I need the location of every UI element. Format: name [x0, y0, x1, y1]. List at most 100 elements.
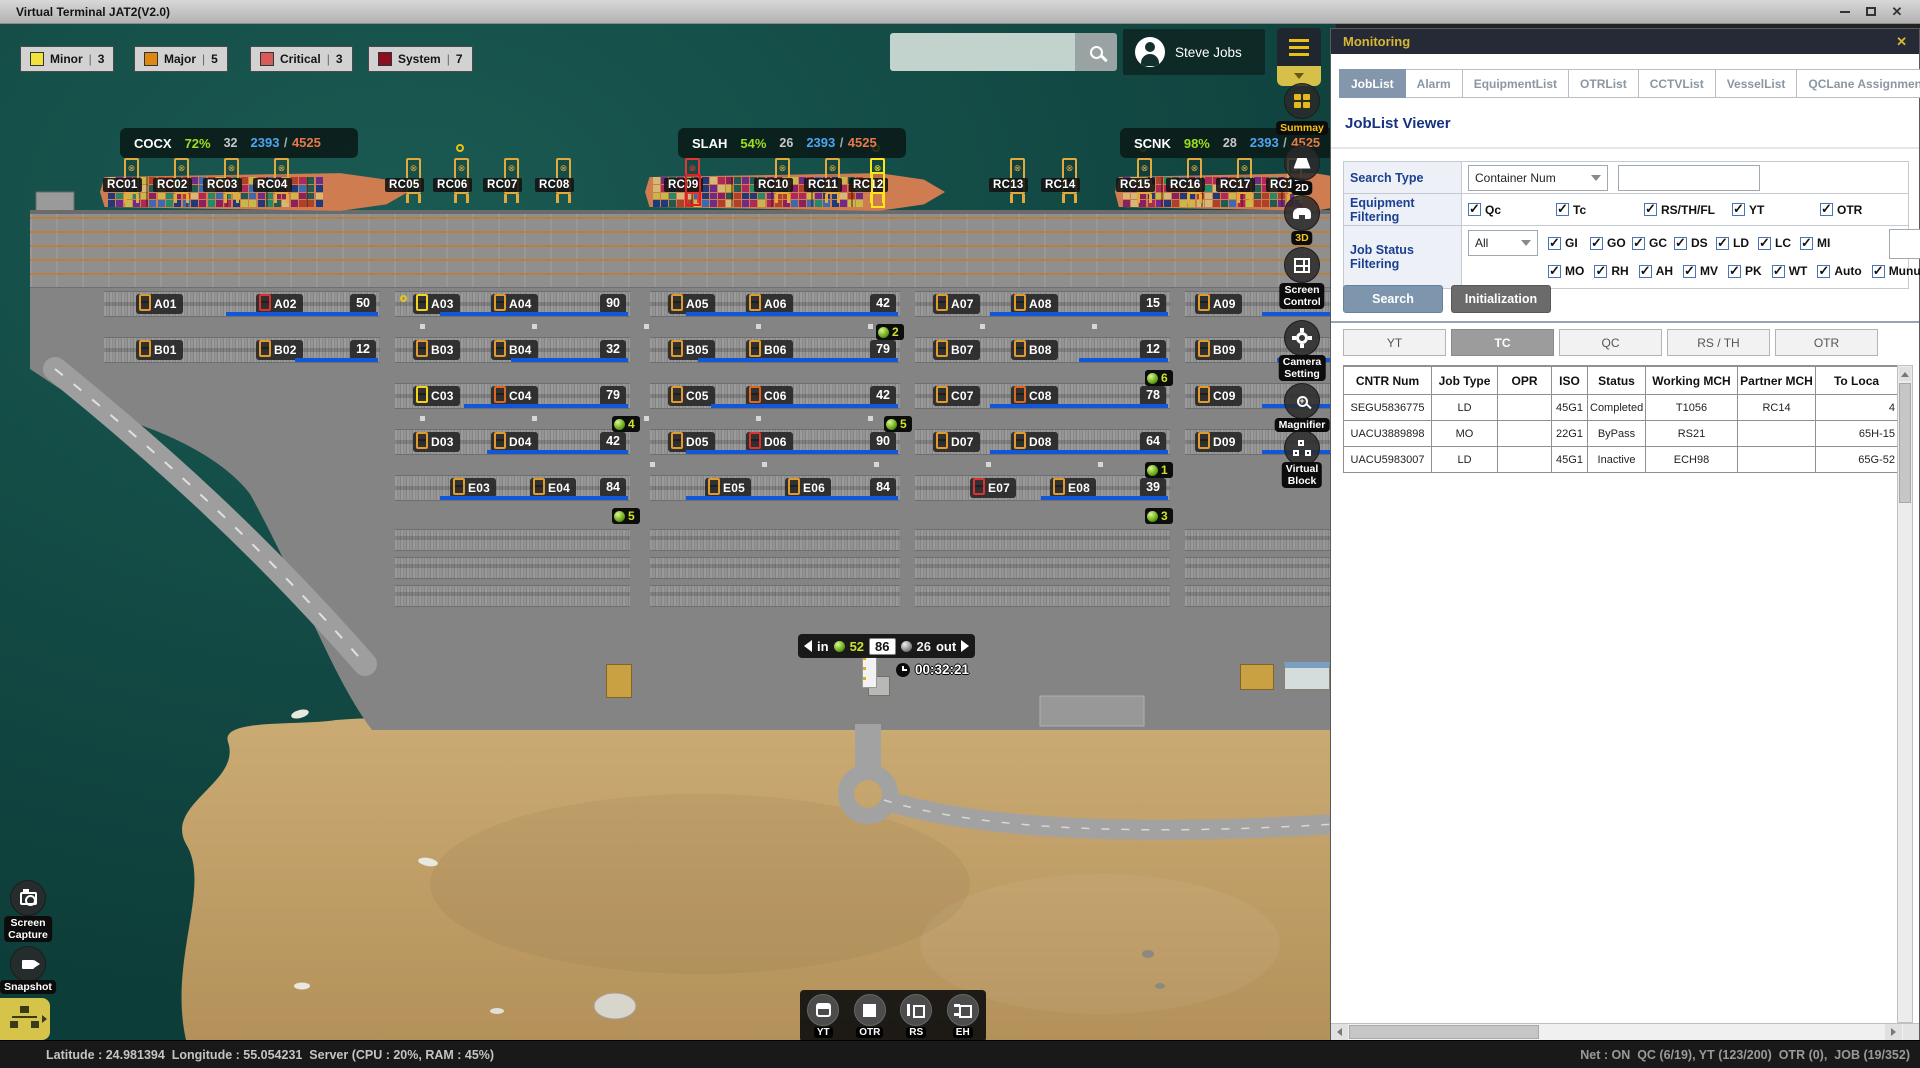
- yard-block-B02[interactable]: B02: [256, 340, 303, 360]
- yard-block-B07[interactable]: B07: [933, 340, 980, 360]
- toggle-yt[interactable]: YT: [807, 994, 839, 1038]
- alarm-badge-critical[interactable]: Critical|3: [250, 46, 353, 72]
- toggle-rs[interactable]: RS: [900, 994, 932, 1038]
- yard-block-B08[interactable]: B08: [1011, 340, 1058, 360]
- checkbox-yt[interactable]: YT: [1732, 203, 1810, 217]
- yard-block-E05[interactable]: E05: [705, 478, 751, 498]
- yard-block-B09[interactable]: B09: [1195, 340, 1242, 360]
- screen-capture-button[interactable]: [10, 880, 46, 916]
- close-window-button[interactable]: ✕: [1884, 3, 1910, 21]
- yard-block-C03[interactable]: C03: [413, 386, 460, 406]
- quay-crane-RC08[interactable]: ⊗⊗RC08: [556, 144, 572, 206]
- yard-block-A05[interactable]: A05: [668, 294, 715, 314]
- yard-block-B04[interactable]: B04: [491, 340, 538, 360]
- yard-block-A02[interactable]: A02: [256, 294, 303, 314]
- quay-crane-RC07[interactable]: ⊗⊗RC07: [504, 144, 520, 206]
- yard-block-E07[interactable]: E07: [970, 478, 1016, 498]
- subtab-otr[interactable]: OTR: [1775, 329, 1878, 356]
- subtab-rs/th[interactable]: RS / TH: [1667, 329, 1770, 356]
- tab-qclane-assignment[interactable]: QCLane Assignment: [1797, 69, 1920, 98]
- initialization-button[interactable]: Initialization: [1451, 285, 1551, 313]
- scroll-left-icon[interactable]: [1331, 1024, 1348, 1040]
- scrollbar-thumb[interactable]: [1899, 383, 1911, 503]
- minimize-button[interactable]: [1832, 3, 1858, 21]
- alarm-badge-system[interactable]: System|7: [368, 46, 473, 72]
- checkbox-otr[interactable]: OTR: [1820, 203, 1898, 217]
- yard-block-B03[interactable]: B03: [413, 340, 460, 360]
- subtab-tc[interactable]: TC: [1451, 329, 1554, 356]
- panel-close-icon[interactable]: ✕: [1896, 34, 1907, 50]
- yard-block-A03[interactable]: A03: [413, 294, 460, 314]
- tab-vessellist[interactable]: VesselList: [1716, 69, 1798, 98]
- checkbox-gi[interactable]: GI: [1548, 236, 1590, 250]
- yard-block-C06[interactable]: C06: [746, 386, 793, 406]
- toggle-eh[interactable]: EH: [947, 994, 979, 1038]
- table-row[interactable]: SEGU5836775LD45G1CompletedT1056RC144: [1344, 395, 1898, 421]
- yard-block-C07[interactable]: C07: [933, 386, 980, 406]
- scroll-right-icon[interactable]: [1885, 1024, 1902, 1040]
- yard-block-A01[interactable]: A01: [136, 294, 183, 314]
- checkbox-ds[interactable]: DS: [1674, 236, 1716, 250]
- yard-block-E06[interactable]: E06: [785, 478, 831, 498]
- yard-block-C05[interactable]: C05: [668, 386, 715, 406]
- yard-block-D09[interactable]: D09: [1195, 432, 1242, 452]
- yard-block-B06[interactable]: B06: [746, 340, 793, 360]
- table-row[interactable]: UACU5983007LD45G1InactiveECH9865G-52: [1344, 447, 1898, 473]
- gate-prev-icon[interactable]: [804, 640, 812, 652]
- view-2d-button[interactable]: [1284, 145, 1320, 181]
- yard-block-D08[interactable]: D08: [1011, 432, 1058, 452]
- checkbox-munual[interactable]: Munual: [1872, 264, 1920, 278]
- checkbox-wt[interactable]: WT: [1772, 264, 1808, 278]
- tab-otrlist[interactable]: OTRList: [1569, 69, 1639, 98]
- checkbox-qc[interactable]: Qc: [1468, 203, 1546, 217]
- checkbox-go[interactable]: GO: [1590, 236, 1632, 250]
- snapshot-button[interactable]: [10, 946, 46, 982]
- checkbox-lc[interactable]: LC: [1758, 236, 1800, 250]
- yard-block-A07[interactable]: A07: [933, 294, 980, 314]
- yard-block-C09[interactable]: C09: [1195, 386, 1242, 406]
- yard-block-C04[interactable]: C04: [491, 386, 538, 406]
- quay-crane-RC13[interactable]: ⊗⊗RC13: [1010, 144, 1026, 206]
- yard-block-D06[interactable]: D06: [746, 432, 793, 452]
- quay-crane-RC06[interactable]: ⊗⊗RC06: [454, 144, 470, 206]
- table-horizontal-scrollbar[interactable]: [1331, 1023, 1919, 1040]
- quay-crane-RC05[interactable]: ⊗⊗RC05: [406, 144, 422, 206]
- scrollbar-thumb[interactable]: [1349, 1025, 1539, 1039]
- yard-block-E08[interactable]: E08: [1050, 478, 1096, 498]
- search-button-panel[interactable]: Search: [1343, 285, 1443, 313]
- search-button[interactable]: [1075, 33, 1117, 71]
- virtual-block-button[interactable]: [1284, 430, 1320, 466]
- vessel-COCX[interactable]: [100, 170, 408, 214]
- search-type-select[interactable]: Container Num: [1468, 165, 1608, 191]
- yard-block-D05[interactable]: D05: [668, 432, 715, 452]
- search-value-input[interactable]: [1618, 165, 1760, 191]
- tab-equipmentlist[interactable]: EquipmentList: [1463, 69, 1569, 98]
- search-input[interactable]: [890, 33, 1075, 71]
- terminal-map[interactable]: A01A0250A03A0490A05A0642A07A0815A09B01B0…: [0, 24, 1336, 1040]
- alarm-badge-minor[interactable]: Minor|3: [20, 46, 114, 72]
- toggle-otr[interactable]: OTR: [854, 994, 886, 1038]
- alarm-badge-major[interactable]: Major|5: [134, 46, 228, 72]
- yard-block-D03[interactable]: D03: [413, 432, 460, 452]
- user-chip[interactable]: Steve Jobs: [1123, 29, 1265, 75]
- checkbox-tc[interactable]: Tc: [1556, 203, 1634, 217]
- checkbox-mi[interactable]: MI: [1800, 236, 1842, 250]
- yard-block-B01[interactable]: B01: [136, 340, 183, 360]
- tab-cctvlist[interactable]: CCTVList: [1639, 69, 1716, 98]
- yard-block-D07[interactable]: D07: [933, 432, 980, 452]
- checkbox-gc[interactable]: GC: [1632, 236, 1674, 250]
- maximize-button[interactable]: [1858, 3, 1884, 21]
- job-status-extra-input[interactable]: [1889, 229, 1920, 259]
- checkbox-rh[interactable]: RH: [1594, 264, 1628, 278]
- gate-next-icon[interactable]: [961, 640, 969, 652]
- magnifier-button[interactable]: +: [1284, 383, 1320, 419]
- table-row[interactable]: UACU3889898MO22G1ByPassRS2165H-15: [1344, 421, 1898, 447]
- checkbox-pk[interactable]: PK: [1728, 264, 1762, 278]
- view-3d-button[interactable]: [1284, 195, 1320, 231]
- tab-alarm[interactable]: Alarm: [1406, 69, 1463, 98]
- quay-crane-RC14[interactable]: ⊗⊗RC14: [1062, 144, 1078, 206]
- subtab-qc[interactable]: QC: [1559, 329, 1662, 356]
- yard-block-D04[interactable]: D04: [491, 432, 538, 452]
- tab-joblist[interactable]: JobList: [1339, 69, 1406, 98]
- screen-control-button[interactable]: [1284, 247, 1320, 283]
